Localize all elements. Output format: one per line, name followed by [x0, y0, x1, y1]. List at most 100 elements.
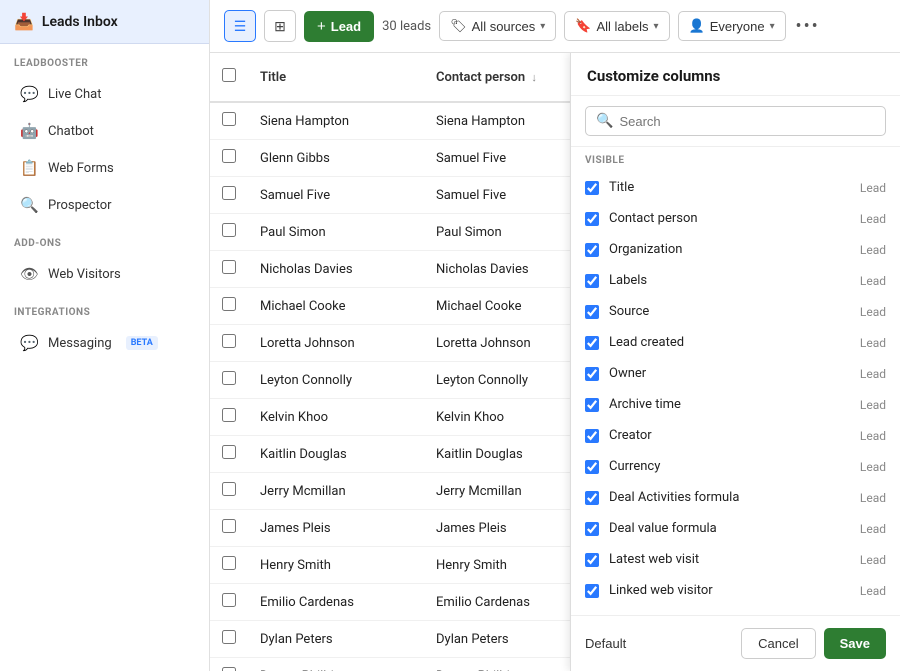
select-all-checkbox[interactable]: [222, 68, 236, 82]
everyone-filter[interactable]: 👤 Everyone ▾: [678, 11, 786, 41]
addons-section: ADD-ONS 👁 Web Visitors: [0, 224, 209, 293]
customize-footer: Default Cancel Save: [571, 615, 900, 671]
prospector-icon: 🔍: [20, 196, 38, 214]
list-view-button[interactable]: ☰: [224, 10, 256, 42]
column-item[interactable]: Lead created Lead: [571, 327, 900, 358]
column-checkbox[interactable]: [585, 522, 599, 536]
column-item[interactable]: Creator Lead: [571, 420, 900, 451]
row-checkbox-cell[interactable]: [210, 658, 248, 671]
column-item[interactable]: Next activity Lead: [571, 606, 900, 615]
sidebar-item-web-visitors[interactable]: 👁 Web Visitors: [6, 256, 203, 292]
row-checkbox-cell[interactable]: [210, 251, 248, 288]
row-checkbox[interactable]: [222, 519, 236, 533]
column-type: Lead: [860, 181, 886, 195]
cancel-button[interactable]: Cancel: [741, 628, 815, 659]
column-item[interactable]: Deal Activities formula Lead: [571, 482, 900, 513]
column-name: Source: [609, 304, 850, 319]
column-checkbox[interactable]: [585, 367, 599, 381]
row-checkbox-cell[interactable]: [210, 621, 248, 658]
row-checkbox[interactable]: [222, 667, 236, 671]
row-checkbox[interactable]: [222, 149, 236, 163]
row-checkbox[interactable]: [222, 408, 236, 422]
sidebar-item-messaging[interactable]: 💬 Messaging BETA: [6, 325, 203, 361]
select-all-header[interactable]: [210, 53, 248, 102]
column-checkbox[interactable]: [585, 274, 599, 288]
row-checkbox-cell[interactable]: [210, 510, 248, 547]
column-type: Lead: [860, 429, 886, 443]
column-checkbox[interactable]: [585, 212, 599, 226]
everyone-chevron-icon: ▾: [770, 21, 775, 32]
row-checkbox[interactable]: [222, 630, 236, 644]
row-checkbox-cell[interactable]: [210, 288, 248, 325]
row-checkbox[interactable]: [222, 593, 236, 607]
column-item[interactable]: Source Lead: [571, 296, 900, 327]
column-checkbox[interactable]: [585, 336, 599, 350]
column-item[interactable]: Archive time Lead: [571, 389, 900, 420]
footer-actions: Cancel Save: [741, 628, 886, 659]
column-item[interactable]: Organization Lead: [571, 234, 900, 265]
column-checkbox[interactable]: [585, 491, 599, 505]
row-checkbox[interactable]: [222, 371, 236, 385]
beta-badge: BETA: [126, 336, 158, 350]
column-item[interactable]: Deal value formula Lead: [571, 513, 900, 544]
save-button[interactable]: Save: [824, 628, 886, 659]
customize-search-area: 🔍: [571, 96, 900, 147]
column-checkbox[interactable]: [585, 181, 599, 195]
row-checkbox[interactable]: [222, 334, 236, 348]
sidebar-item-prospector[interactable]: 🔍 Prospector: [6, 187, 203, 223]
row-checkbox-cell[interactable]: [210, 177, 248, 214]
column-checkbox[interactable]: [585, 429, 599, 443]
kanban-view-button[interactable]: ⊞: [264, 10, 296, 42]
column-item[interactable]: Owner Lead: [571, 358, 900, 389]
column-name: Deal value formula: [609, 521, 850, 536]
row-checkbox-cell[interactable]: [210, 214, 248, 251]
row-checkbox[interactable]: [222, 445, 236, 459]
labels-filter[interactable]: 🔖 All labels ▾: [564, 11, 669, 41]
row-checkbox[interactable]: [222, 112, 236, 126]
column-item[interactable]: Title Lead: [571, 172, 900, 203]
column-checkbox[interactable]: [585, 584, 599, 598]
sidebar-header[interactable]: 📥 Leads Inbox: [0, 0, 209, 44]
row-checkbox-cell[interactable]: [210, 325, 248, 362]
column-checkbox[interactable]: [585, 243, 599, 257]
row-checkbox[interactable]: [222, 260, 236, 274]
column-name: Contact person: [609, 211, 850, 226]
row-checkbox-cell[interactable]: [210, 140, 248, 177]
row-checkbox[interactable]: [222, 297, 236, 311]
row-checkbox[interactable]: [222, 186, 236, 200]
sidebar-item-live-chat[interactable]: 💬 Live Chat: [6, 76, 203, 112]
row-checkbox-cell[interactable]: [210, 399, 248, 436]
more-options-button[interactable]: •••: [794, 12, 822, 40]
row-checkbox[interactable]: [222, 482, 236, 496]
sidebar-item-chatbot[interactable]: 🤖 Chatbot: [6, 113, 203, 149]
row-checkbox-cell[interactable]: [210, 436, 248, 473]
row-checkbox[interactable]: [222, 556, 236, 570]
row-checkbox-cell[interactable]: [210, 102, 248, 140]
lead-count: 30 leads: [382, 19, 431, 34]
column-item[interactable]: Contact person Lead: [571, 203, 900, 234]
row-checkbox-cell[interactable]: [210, 362, 248, 399]
column-item[interactable]: Latest web visit Lead: [571, 544, 900, 575]
live-chat-icon: 💬: [20, 85, 38, 103]
column-item[interactable]: Linked web visitor Lead: [571, 575, 900, 606]
row-checkbox-cell[interactable]: [210, 473, 248, 510]
row-checkbox[interactable]: [222, 223, 236, 237]
column-checkbox[interactable]: [585, 305, 599, 319]
column-type: Lead: [860, 243, 886, 257]
row-title: James Pleis: [248, 510, 424, 547]
prospector-label: Prospector: [48, 198, 112, 213]
column-checkbox[interactable]: [585, 398, 599, 412]
add-lead-button[interactable]: + Lead: [304, 11, 374, 42]
column-type: Lead: [860, 522, 886, 536]
default-button[interactable]: Default: [585, 636, 626, 651]
column-item[interactable]: Labels Lead: [571, 265, 900, 296]
column-type: Lead: [860, 336, 886, 350]
search-input[interactable]: [619, 114, 875, 129]
column-checkbox[interactable]: [585, 460, 599, 474]
column-checkbox[interactable]: [585, 553, 599, 567]
sources-filter[interactable]: 🏷 All sources ▾: [439, 11, 556, 41]
sidebar-item-web-forms[interactable]: 📋 Web Forms: [6, 150, 203, 186]
row-checkbox-cell[interactable]: [210, 547, 248, 584]
column-item[interactable]: Currency Lead: [571, 451, 900, 482]
row-checkbox-cell[interactable]: [210, 584, 248, 621]
